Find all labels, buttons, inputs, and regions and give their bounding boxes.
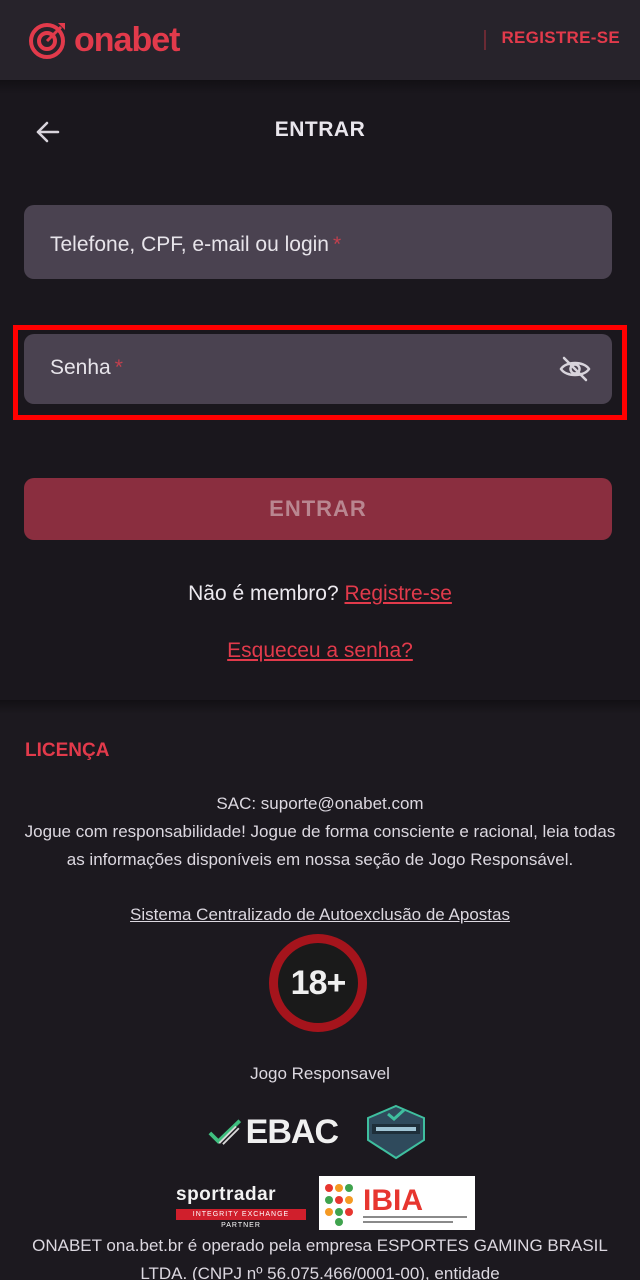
- sac-contact: SAC: suporte@onabet.com: [216, 794, 424, 813]
- login-submit-button[interactable]: ENTRAR: [24, 478, 612, 540]
- ibia-text: IBIA: [363, 1184, 423, 1217]
- age-18-badge: 18+: [269, 934, 367, 1032]
- sportradar-text: sportradar: [176, 1184, 277, 1205]
- ebac-logo[interactable]: EBAC: [208, 1110, 339, 1154]
- not-member-line: Não é membro? Registre-se: [0, 582, 640, 606]
- login-page: onabet REGISTRE-SE ENTRAR Telefone, CPF,…: [0, 0, 640, 1280]
- license-heading: LICENÇA: [25, 740, 110, 761]
- responsible-gaming-label: Jogo Responsavel: [250, 1064, 390, 1083]
- login-input-label: Telefone, CPF, e-mail ou login *: [50, 233, 342, 256]
- login-input[interactable]: Telefone, CPF, e-mail ou login *: [24, 205, 612, 279]
- onabet-logo[interactable]: onabet: [28, 16, 180, 64]
- target-icon: [29, 23, 65, 59]
- password-input-label: Senha *: [50, 356, 123, 379]
- responsibility-text: Jogue com responsabilidade! Jogue de for…: [24, 822, 616, 869]
- register-button[interactable]: REGISTRE-SE: [501, 28, 620, 48]
- sportradar-tagline: INTEGRITY EXCHANGE PARTNER: [176, 1209, 306, 1229]
- register-link[interactable]: Registre-se: [345, 582, 452, 605]
- sportradar-logo[interactable]: sportradar INTEGRITY EXCHANGE PARTNER: [176, 1184, 306, 1229]
- top-header: onabet REGISTRE-SE: [0, 0, 640, 80]
- ibia-logo[interactable]: IBIA: [319, 1176, 475, 1230]
- age-18-text: 18+: [278, 943, 358, 1023]
- comply-safe-badge-icon[interactable]: [364, 1104, 428, 1160]
- footer-edge: [0, 700, 640, 714]
- header-shadow: [0, 80, 640, 94]
- required-mark: *: [332, 233, 342, 256]
- page-title: ENTRAR: [274, 118, 366, 141]
- header-divider: [484, 30, 486, 50]
- required-mark: *: [114, 356, 123, 379]
- not-member-text: Não é membro?: [188, 582, 339, 605]
- operator-disclaimer: ONABET ona.bet.br é operado pela empresa…: [32, 1236, 608, 1280]
- forgot-password-line: Esqueceu a senha?: [0, 639, 640, 663]
- forgot-password-link[interactable]: Esqueceu a senha?: [227, 639, 413, 662]
- logo-text: onabet: [74, 21, 180, 59]
- eye-off-icon[interactable]: [558, 352, 592, 386]
- ebac-check-icon: [208, 1119, 242, 1145]
- ebac-text: EBAC: [245, 1112, 339, 1151]
- password-input[interactable]: Senha *: [24, 334, 612, 404]
- self-exclusion-link[interactable]: Sistema Centralizado de Autoexclusão de …: [0, 905, 640, 925]
